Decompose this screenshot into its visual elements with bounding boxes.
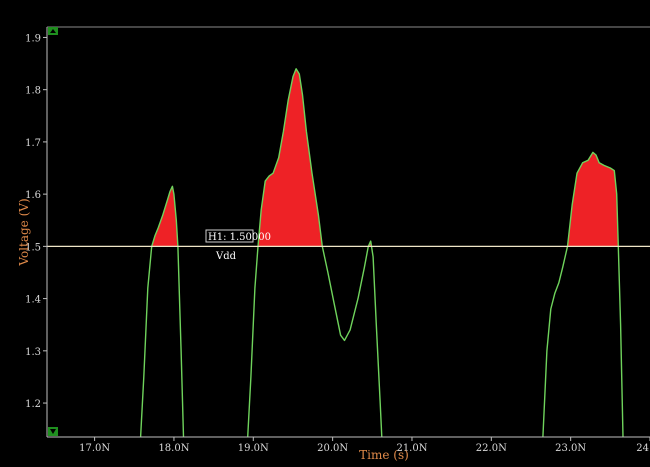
y-tick-label: 1.9	[25, 33, 41, 44]
x-tick-label: 22.0N	[476, 443, 507, 454]
x-tick-label: 19.0N	[238, 443, 269, 454]
x-tick-label: 18.0N	[158, 443, 189, 454]
y-tick-label: 1.4	[25, 295, 41, 306]
signal-name-label: Vdd	[215, 251, 237, 262]
y-tick-label: 1.7	[25, 138, 41, 149]
threshold-label-text: H1: 1.50000	[208, 232, 271, 243]
x-tick-label: 24	[636, 443, 649, 454]
y-tick-label: 1.3	[25, 347, 41, 358]
waveform-chart: 1.21.31.41.51.61.71.81.9 17.0N 18.0N 19.0N…	[0, 0, 650, 467]
x-tick-label: 23.0N	[555, 443, 586, 454]
threshold-cursor-label[interactable]: H1: 1.50000	[205, 229, 271, 243]
y-tick-label: 1.8	[25, 86, 41, 97]
x-tick-label: 17.0N	[79, 443, 110, 454]
x-tick-label: 20.0N	[317, 443, 348, 454]
y-axis-title: Voltage (V)	[17, 198, 31, 266]
y-tick-label: 1.2	[25, 399, 41, 410]
x-axis-title: Time (s)	[359, 448, 409, 462]
